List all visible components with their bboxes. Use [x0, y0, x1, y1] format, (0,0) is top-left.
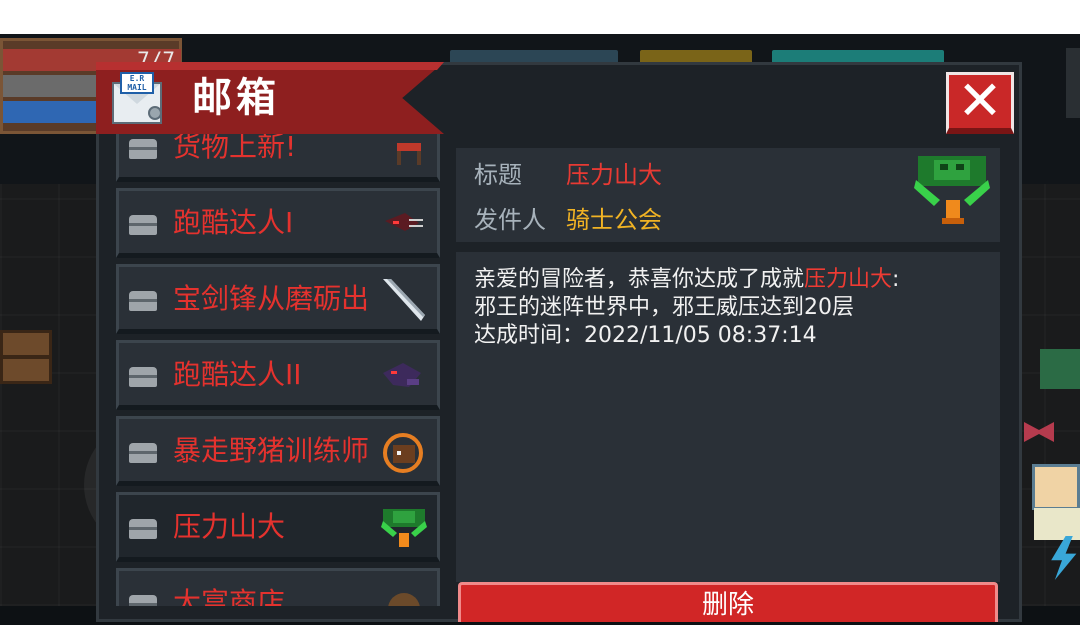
envelope-icon [129, 215, 157, 235]
mail-item-label: 大富商店 [173, 586, 286, 606]
mailbox-header-highlight [96, 62, 444, 70]
envelope-icon [129, 139, 157, 159]
sword-icon [379, 275, 429, 325]
subject-label: 标题 [474, 161, 522, 189]
envelope-icon [129, 367, 157, 387]
close-button[interactable]: ✕ [946, 72, 1014, 134]
top-white-bar [0, 0, 1080, 34]
body-line-1: 亲爱的冒险者，恭喜你达成了成就压力山大: [474, 266, 899, 294]
mail-item-parkour-1[interactable]: 跑酷达人I [116, 188, 440, 258]
mail-stamp-label: E.R MAIL [120, 72, 154, 94]
shop-icon [379, 579, 429, 606]
body-text: : [892, 267, 900, 292]
purple-monster-icon [379, 351, 429, 401]
mail-item-boar[interactable]: 暴走野猪训练师 [116, 416, 440, 486]
mail-envelope-icon: E.R MAIL [112, 72, 168, 128]
mail-item-label: 暴走野猪训练师 [173, 434, 370, 467]
goblin-king-badge-icon [912, 150, 992, 232]
sender-label: 发件人 [474, 206, 546, 234]
treasure-chest[interactable] [0, 330, 52, 384]
mail-item-sword[interactable]: 宝剑锋从磨砺出 [116, 264, 440, 334]
mail-item-goods[interactable]: 货物上新! [116, 134, 440, 182]
body-line-2: 邪王的迷阵世界中，邪王威压达到20层 [474, 295, 854, 320]
mail-item-label: 货物上新! [173, 134, 297, 163]
mail-item-label: 跑酷达人II [173, 358, 302, 391]
bat-monster-icon [379, 199, 429, 249]
mail-item-label: 跑酷达人I [173, 206, 294, 239]
chest-stand-icon [379, 134, 429, 173]
mail-item-parkour-2[interactable]: 跑酷达人II [116, 340, 440, 410]
mail-item-label: 压力山大 [173, 510, 286, 543]
mail-list[interactable]: 货物上新! 跑酷达人I 宝剑锋从磨砺出 跑酷达人II 暴走野猪训练师 压力山大 [114, 134, 442, 606]
mailbox-title: 邮箱 [192, 75, 280, 121]
mail-seal-icon [148, 106, 162, 120]
body-text: 亲爱的冒险者，恭喜你达成了成就 [474, 267, 805, 292]
body-line-3: 达成时间：2022/11/05 08:37:14 [474, 323, 817, 348]
achievement-highlight: 压力山大 [804, 267, 893, 292]
delete-button[interactable]: 删除 [458, 582, 998, 622]
lightning-icon [1051, 536, 1077, 580]
close-icon: ✕ [957, 69, 1003, 132]
right-edge-frame [1066, 48, 1080, 118]
bow-icon [1024, 422, 1054, 442]
envelope-icon [129, 519, 157, 539]
envelope-icon [129, 595, 157, 606]
wild-boar-icon [379, 427, 429, 477]
mail-item-pressure[interactable]: 压力山大 [116, 492, 440, 562]
envelope-icon [129, 291, 157, 311]
sender-value: 骑士公会 [566, 206, 662, 234]
character-head [1032, 464, 1080, 510]
player-character [1024, 422, 1080, 580]
green-floor-tile [1040, 349, 1080, 389]
subject-value: 压力山大 [566, 161, 662, 189]
mail-item-label: 宝剑锋从磨砺出 [173, 282, 370, 315]
goblin-king-icon [379, 503, 429, 553]
envelope-icon [129, 443, 157, 463]
character-body [1034, 508, 1080, 540]
mail-item-shop[interactable]: 大富商店 [116, 568, 440, 606]
